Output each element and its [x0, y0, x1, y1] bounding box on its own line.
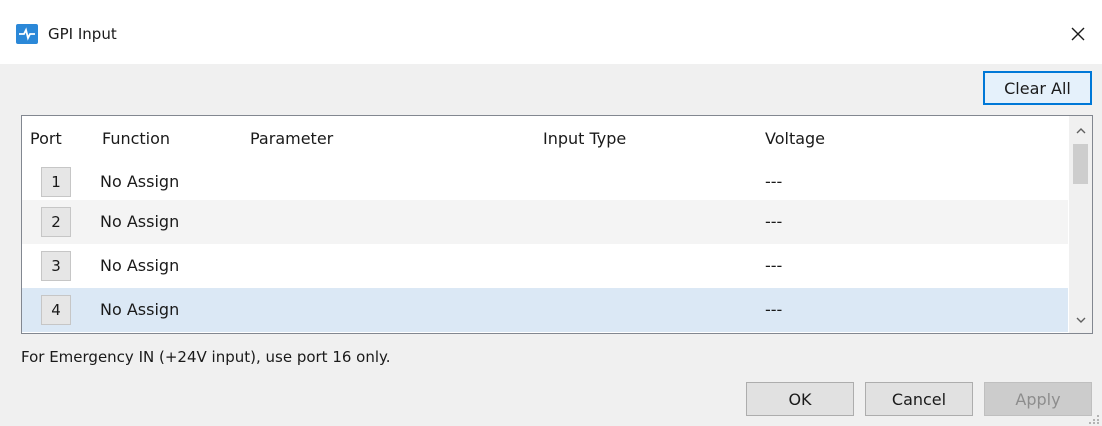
scroll-up-button[interactable]: [1069, 120, 1092, 142]
cancel-button[interactable]: Cancel: [865, 382, 973, 416]
column-header-function: Function: [102, 129, 171, 148]
close-button[interactable]: [1064, 20, 1092, 48]
voltage-cell: ---: [765, 172, 783, 191]
function-cell[interactable]: No Assign: [100, 255, 179, 277]
scroll-down-button[interactable]: [1069, 309, 1092, 331]
title-bar: GPI Input: [0, 0, 1102, 64]
chevron-up-icon: [1076, 128, 1085, 134]
gpi-input-dialog: GPI Input Clear All Port Function Parame…: [0, 0, 1102, 426]
table-row-selected[interactable]: 4 No Assign ---: [22, 288, 1068, 332]
column-header-parameter: Parameter: [250, 129, 334, 148]
function-cell[interactable]: No Assign: [100, 211, 179, 233]
voltage-cell: ---: [765, 256, 783, 275]
scrollbar-thumb[interactable]: [1073, 144, 1088, 184]
table-row[interactable]: 3 No Assign ---: [22, 244, 1068, 288]
port-button[interactable]: 4: [41, 295, 71, 325]
column-header-input-type: Input Type: [543, 129, 627, 148]
close-icon: [1071, 27, 1085, 41]
emergency-note: For Emergency IN (+24V input), use port …: [21, 348, 391, 366]
window-title: GPI Input: [48, 25, 117, 43]
clear-all-button[interactable]: Clear All: [983, 71, 1092, 105]
column-header-voltage: Voltage: [765, 129, 826, 148]
column-header-port: Port: [30, 129, 62, 148]
function-cell[interactable]: No Assign: [100, 299, 179, 321]
port-button[interactable]: 3: [41, 251, 71, 281]
voltage-cell: ---: [765, 212, 783, 231]
ok-button[interactable]: OK: [746, 382, 854, 416]
voltage-cell: ---: [765, 300, 783, 319]
port-button[interactable]: 1: [41, 167, 71, 197]
gpi-table: Port Function Parameter Input Type Volta…: [21, 115, 1093, 334]
vertical-scrollbar[interactable]: [1069, 116, 1092, 333]
port-button[interactable]: 2: [41, 207, 71, 237]
chevron-down-icon: [1076, 317, 1085, 323]
function-cell[interactable]: No Assign: [100, 171, 179, 193]
table-row[interactable]: 2 No Assign ---: [22, 200, 1068, 244]
resize-grip-icon[interactable]: [1088, 412, 1100, 424]
apply-button[interactable]: Apply: [984, 382, 1092, 416]
gpi-app-icon: [16, 24, 38, 44]
table-row[interactable]: 1 No Assign ---: [22, 160, 1068, 204]
